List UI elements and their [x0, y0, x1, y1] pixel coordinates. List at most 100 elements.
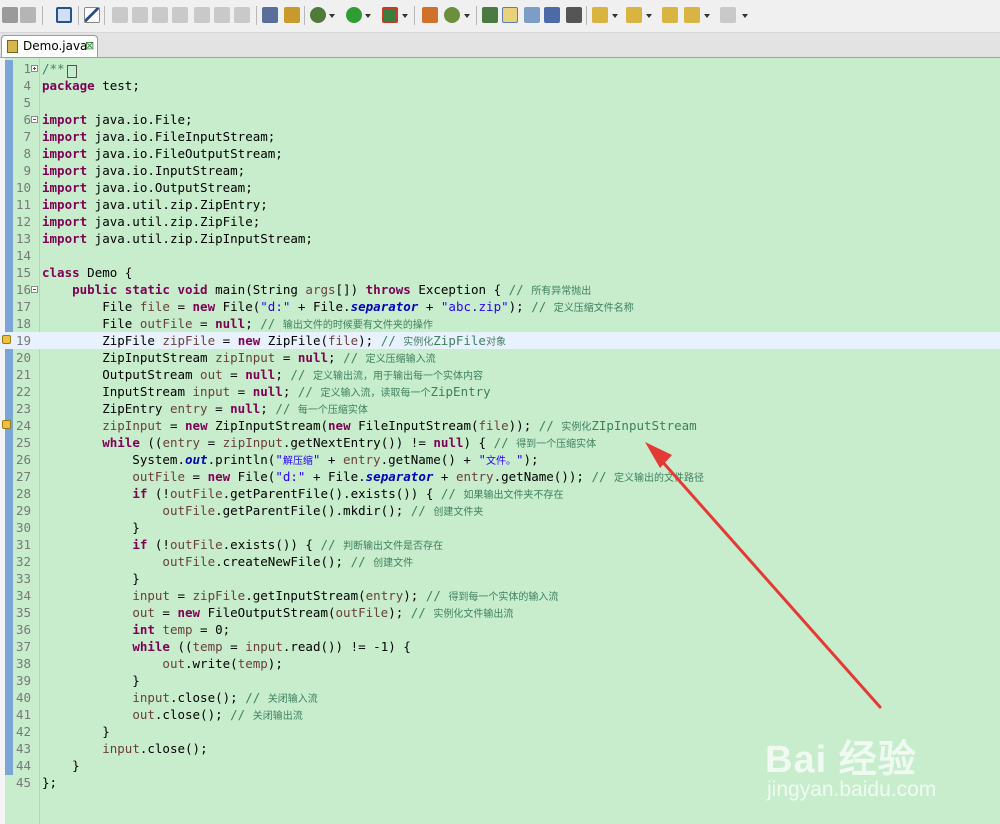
code-token: import — [42, 231, 88, 246]
tab-demo-java[interactable]: Demo.java ⊠ — [1, 35, 98, 57]
toggle-breadcrumb-icon[interactable] — [524, 7, 540, 23]
line-number: 20 — [15, 350, 31, 365]
code-line[interactable]: 20 ZipInputStream zipInput = null; // 定义… — [0, 349, 1000, 366]
code-line[interactable]: 32 outFile.createNewFile(); // 创建文件 — [0, 553, 1000, 570]
code-line[interactable]: 9 import java.io.InputStream; — [0, 162, 1000, 179]
code-line[interactable]: 8 import java.io.FileOutputStream; — [0, 145, 1000, 162]
open-console-icon[interactable] — [56, 7, 72, 23]
code-text: /**□ — [42, 60, 77, 78]
save-icon[interactable] — [2, 7, 18, 23]
line-number: 19 — [15, 333, 31, 348]
line-number: 11 — [15, 197, 31, 212]
new-java-project-icon[interactable] — [422, 7, 438, 23]
code-line[interactable]: 24 zipInput = new ZipInputStream(new Fil… — [0, 417, 1000, 434]
code-editor[interactable]: 1 /**□ 4 package test; 5 6 import java.io.File… — [0, 58, 1000, 824]
new-class-icon[interactable] — [444, 7, 460, 23]
expand-fold-icon[interactable] — [31, 65, 38, 72]
code-token: .exists()) { — [222, 537, 321, 552]
drop-to-frame-icon[interactable] — [262, 7, 278, 23]
code-line[interactable]: 35 out = new FileOutputStream(outFile); … — [0, 604, 1000, 621]
chevron-down-icon[interactable] — [329, 14, 335, 18]
code-token: }; — [42, 775, 58, 790]
terminate-icon[interactable] — [152, 7, 168, 23]
back-icon[interactable] — [684, 7, 700, 23]
line-number: 41 — [15, 707, 31, 722]
code-token: = — [162, 418, 186, 433]
code-line[interactable]: 12 import java.util.zip.ZipFile; — [0, 213, 1000, 230]
open-type-icon[interactable] — [482, 7, 498, 23]
chevron-down-icon[interactable] — [612, 14, 618, 18]
code-line[interactable]: 26 System.out.println("解压缩" + entry.getN… — [0, 451, 1000, 468]
step-into-icon[interactable] — [194, 7, 210, 23]
step-return-icon[interactable] — [234, 7, 250, 23]
code-line[interactable]: 41 out.close(); // 关闭输出流 — [0, 706, 1000, 723]
code-line[interactable]: 21 OutputStream out = null; // 定义输出流，用于输… — [0, 366, 1000, 383]
line-number: 14 — [15, 248, 31, 263]
skip-breakpoints-icon[interactable] — [84, 7, 100, 23]
close-icon[interactable]: ⊠ — [85, 39, 94, 53]
code-line[interactable]: 15 class Demo { — [0, 264, 1000, 281]
run-icon[interactable] — [346, 7, 362, 23]
use-step-filters-icon[interactable] — [284, 7, 300, 23]
previous-annotation-icon[interactable] — [626, 7, 642, 23]
code-line[interactable]: 19 ZipFile zipFile = new ZipFile(file); … — [0, 332, 1000, 349]
code-line[interactable]: 18 File outFile = null; // 输出文件的时候要有文件夹的… — [0, 315, 1000, 332]
code-line[interactable]: 31 if (!outFile.exists()) { // 判断输出文件是否存… — [0, 536, 1000, 553]
code-line[interactable]: 6 import java.io.File; — [0, 111, 1000, 128]
disconnect-icon[interactable] — [172, 7, 188, 23]
code-line[interactable]: 1 /**□ — [0, 60, 1000, 78]
forward-icon[interactable] — [720, 7, 736, 23]
debug-icon[interactable] — [310, 7, 326, 23]
code-token: int — [132, 622, 155, 637]
code-line[interactable]: 11 import java.util.zip.ZipEntry; — [0, 196, 1000, 213]
code-line[interactable]: 34 input = zipFile.getInputStream(entry)… — [0, 587, 1000, 604]
toggle-mark-occurrences-icon[interactable] — [502, 7, 518, 23]
collapse-fold-icon[interactable] — [31, 116, 38, 123]
code-token: zipFile — [162, 333, 216, 348]
step-over-icon[interactable] — [214, 7, 230, 23]
block-selection-icon[interactable] — [544, 7, 560, 23]
code-line[interactable]: 5 — [0, 94, 1000, 111]
code-token: = — [200, 435, 223, 450]
collapse-fold-icon[interactable] — [31, 286, 38, 293]
next-annotation-icon[interactable] — [592, 7, 608, 23]
show-whitespace-icon[interactable] — [566, 7, 582, 23]
code-line[interactable]: 22 InputStream input = null; // 定义输入流，读取… — [0, 383, 1000, 400]
code-line[interactable]: 40 input.close(); // 关闭输入流 — [0, 689, 1000, 706]
code-line[interactable]: 27 outFile = new File("d:" + File.separa… — [0, 468, 1000, 485]
code-line[interactable]: 10 import java.io.OutputStream; — [0, 179, 1000, 196]
code-token: ); — [358, 333, 381, 348]
code-line[interactable]: 28 if (!outFile.getParentFile().exists()… — [0, 485, 1000, 502]
chevron-down-icon[interactable] — [365, 14, 371, 18]
code-line[interactable]: 25 while ((entry = zipInput.getNextEntry… — [0, 434, 1000, 451]
code-line[interactable]: 33 } — [0, 570, 1000, 587]
code-line[interactable]: 38 out.write(temp); — [0, 655, 1000, 672]
code-line[interactable]: 14 — [0, 247, 1000, 264]
chevron-down-icon[interactable] — [402, 14, 408, 18]
warning-marker-icon[interactable] — [2, 335, 11, 344]
chevron-down-icon[interactable] — [742, 14, 748, 18]
code-line[interactable]: 39 } — [0, 672, 1000, 689]
chevron-down-icon[interactable] — [646, 14, 652, 18]
code-line[interactable]: 36 int temp = 0; — [0, 621, 1000, 638]
code-line[interactable]: 17 File file = new File("d:" + File.sepa… — [0, 298, 1000, 315]
code-line[interactable]: 29 outFile.getParentFile().mkdir(); // 创… — [0, 502, 1000, 519]
code-line[interactable]: 13 import java.util.zip.ZipInputStream; — [0, 230, 1000, 247]
code-line[interactable]: 4 package test; — [0, 77, 1000, 94]
code-line[interactable]: 30 } — [0, 519, 1000, 536]
code-line[interactable]: 23 ZipEntry entry = null; // 每一个压缩实体 — [0, 400, 1000, 417]
external-tools-icon[interactable] — [382, 7, 398, 23]
resume-icon[interactable] — [112, 7, 128, 23]
last-edit-location-icon[interactable] — [662, 7, 678, 23]
code-line[interactable]: 37 while ((temp = input.read()) != -1) { — [0, 638, 1000, 655]
warning-marker-icon[interactable] — [2, 420, 11, 429]
toolbar-separator — [476, 6, 477, 25]
code-token: 关闭输出流 — [252, 711, 303, 722]
code-line[interactable]: 7 import java.io.FileInputStream; — [0, 128, 1000, 145]
save-all-icon[interactable] — [20, 7, 36, 23]
code-area[interactable]: 1 /**□ 4 package test; 5 6 import java.io.File… — [0, 58, 1000, 824]
chevron-down-icon[interactable] — [704, 14, 710, 18]
code-line[interactable]: 16 public static void main(String args[]… — [0, 281, 1000, 298]
suspend-icon[interactable] — [132, 7, 148, 23]
chevron-down-icon[interactable] — [464, 14, 470, 18]
